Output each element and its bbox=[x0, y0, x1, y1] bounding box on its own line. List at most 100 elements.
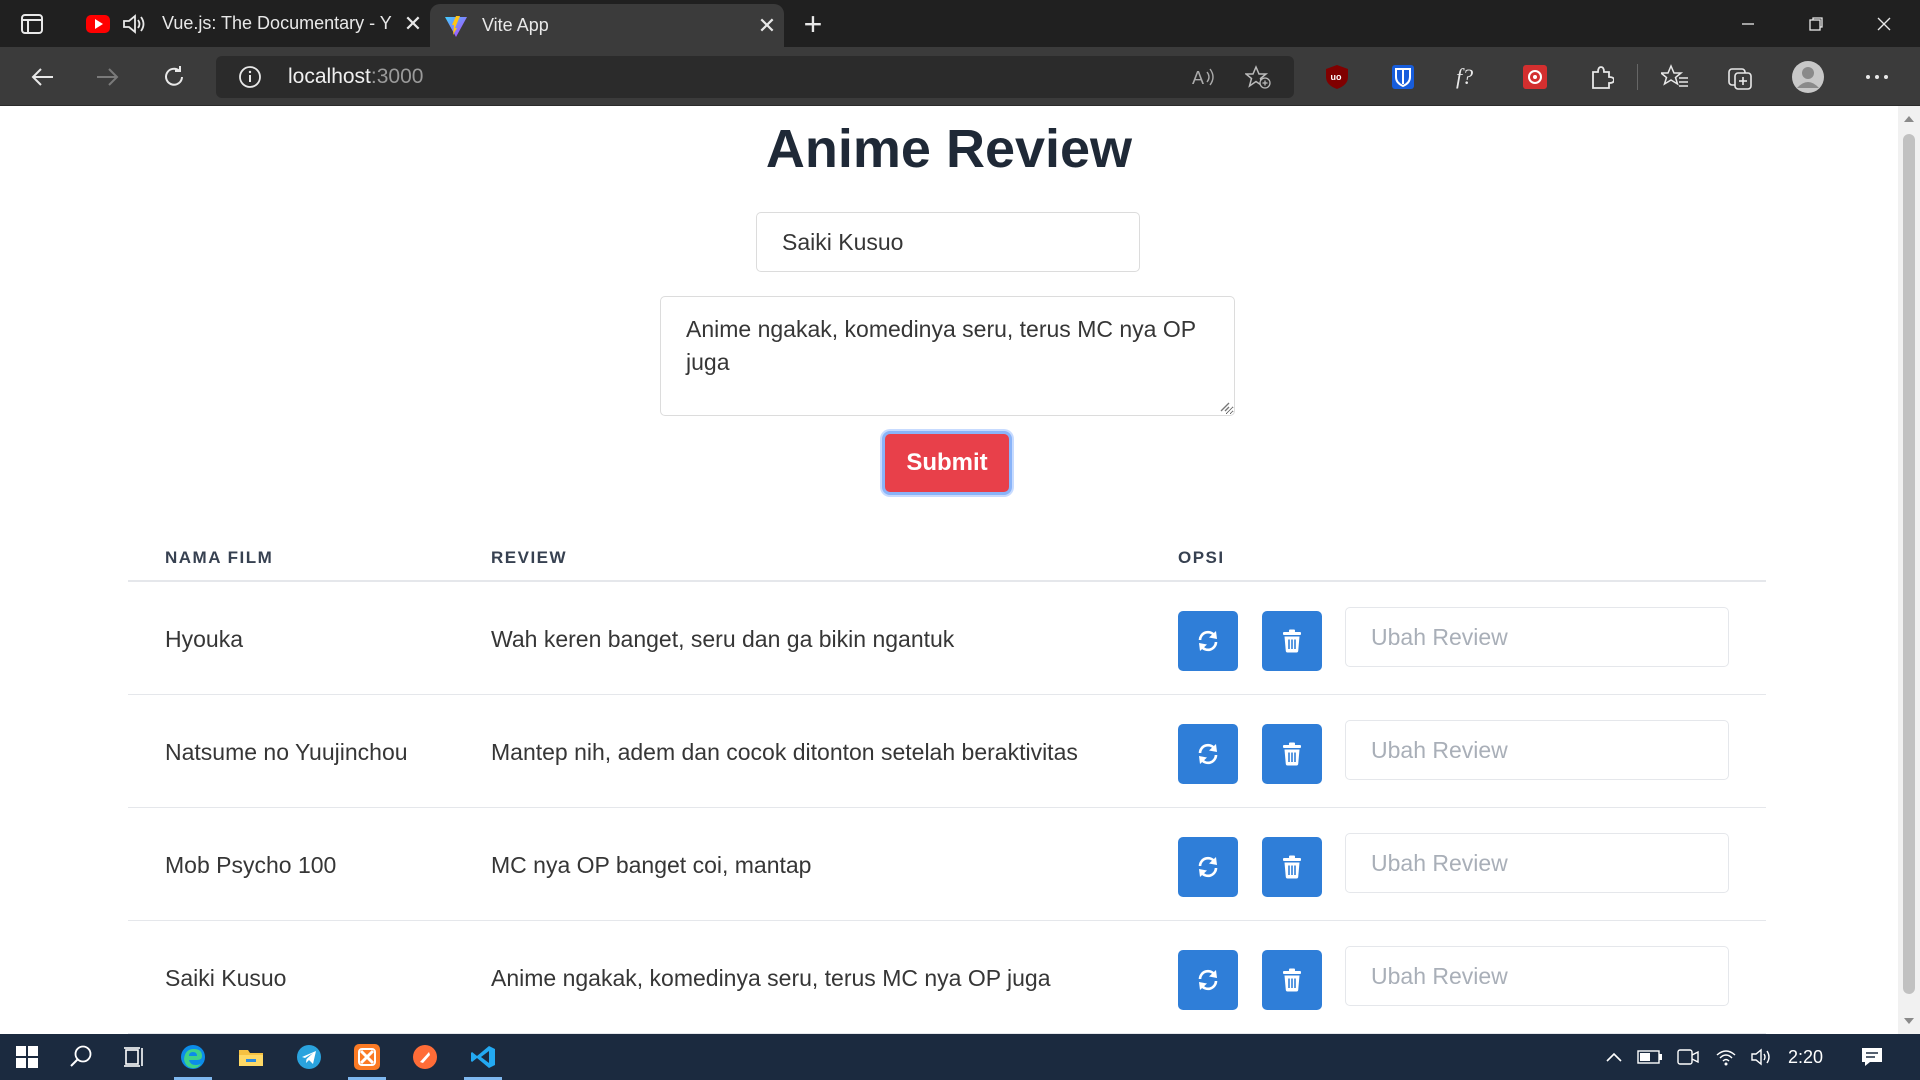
postman-icon[interactable] bbox=[398, 1034, 452, 1080]
close-window-icon[interactable] bbox=[1850, 0, 1918, 47]
ublock-icon[interactable]: uo bbox=[1322, 63, 1352, 91]
review-textarea[interactable]: Anime ngakak, komedinya seru, terus MC n… bbox=[660, 296, 1235, 416]
film-name: Hyouka bbox=[165, 626, 243, 652]
header-opsi: OPSI bbox=[1178, 548, 1225, 567]
system-clock[interactable]: 2:20 bbox=[1788, 1047, 1823, 1068]
reload-icon[interactable] bbox=[157, 61, 191, 93]
svg-text:f?: f? bbox=[1456, 64, 1473, 89]
update-review-button[interactable] bbox=[1178, 724, 1238, 784]
notifications-icon[interactable] bbox=[1858, 1046, 1886, 1068]
refresh-icon bbox=[1198, 630, 1218, 652]
tab-title: Vue.js: The Documentary - Y bbox=[162, 13, 392, 33]
film-name: Saiki Kusuo bbox=[165, 965, 287, 991]
meet-now-icon[interactable] bbox=[1674, 1046, 1702, 1068]
restore-icon[interactable] bbox=[1782, 0, 1850, 47]
film-review: Mantep nih, adem dan cocok ditonton sete… bbox=[491, 739, 1078, 765]
extension-red-icon[interactable] bbox=[1520, 63, 1550, 91]
profile-avatar-icon[interactable] bbox=[1790, 59, 1826, 95]
browser-tab-bar: Vue.js: The Documentary - Y ✕ Vite App ✕… bbox=[0, 0, 1920, 47]
new-tab-icon[interactable]: + bbox=[796, 6, 830, 42]
site-info-icon[interactable] bbox=[238, 65, 262, 89]
minimize-icon[interactable] bbox=[1714, 0, 1782, 47]
page-viewport: Anime Review Anime ngakak, komedinya ser… bbox=[0, 106, 1898, 1034]
volume-icon[interactable] bbox=[1748, 1046, 1776, 1068]
delete-review-button[interactable] bbox=[1262, 724, 1322, 784]
page-title: Anime Review bbox=[765, 119, 1133, 179]
tab-vite-app[interactable]: Vite App ✕ bbox=[430, 4, 784, 47]
refresh-icon bbox=[1198, 743, 1218, 765]
header-review: REVIEW bbox=[491, 548, 568, 567]
refresh-icon bbox=[1198, 969, 1218, 991]
extensions-puzzle-icon[interactable] bbox=[1586, 63, 1616, 91]
collections-icon[interactable] bbox=[1726, 63, 1756, 91]
scroll-up-icon[interactable] bbox=[1904, 116, 1914, 122]
tab-youtube[interactable]: Vue.js: The Documentary - Y ✕ bbox=[72, 0, 430, 47]
edit-review-input[interactable] bbox=[1345, 833, 1729, 893]
more-menu-icon[interactable] bbox=[1862, 63, 1892, 91]
film-review: MC nya OP banget coi, mantap bbox=[491, 852, 812, 878]
update-review-button[interactable] bbox=[1178, 611, 1238, 671]
favorites-icon[interactable] bbox=[1660, 63, 1690, 91]
telegram-icon[interactable] bbox=[282, 1034, 336, 1080]
trash-icon bbox=[1283, 742, 1301, 766]
toolbar-separator bbox=[1637, 64, 1638, 90]
trash-icon bbox=[1283, 629, 1301, 653]
film-name: Mob Psycho 100 bbox=[165, 852, 337, 878]
svg-text:uo: uo bbox=[1331, 72, 1342, 82]
table-header: NAMA FILM REVIEW OPSI bbox=[128, 526, 1766, 582]
url-text: localhost:3000 bbox=[288, 65, 424, 88]
scroll-down-icon[interactable] bbox=[1904, 1018, 1914, 1024]
svg-text:A: A bbox=[1192, 68, 1204, 88]
forward-icon[interactable] bbox=[91, 61, 125, 93]
tab-title: Vite App bbox=[482, 15, 549, 35]
back-icon[interactable] bbox=[25, 61, 59, 93]
trash-icon bbox=[1283, 855, 1301, 879]
task-view-icon[interactable] bbox=[108, 1034, 162, 1080]
review-table: NAMA FILM REVIEW OPSI Hyouka Wah keren b… bbox=[128, 526, 1766, 1034]
xampp-icon[interactable] bbox=[340, 1034, 394, 1080]
update-review-button[interactable] bbox=[1178, 950, 1238, 1010]
page-scrollbar[interactable] bbox=[1898, 106, 1920, 1034]
anime-name-input[interactable] bbox=[756, 212, 1140, 272]
chevron-up-icon[interactable] bbox=[1602, 1046, 1626, 1068]
edit-review-input[interactable] bbox=[1345, 720, 1729, 780]
font-finder-icon[interactable]: f? bbox=[1454, 63, 1484, 91]
table-row: Mob Psycho 100 MC nya OP banget coi, man… bbox=[128, 808, 1766, 921]
refresh-icon bbox=[1198, 856, 1218, 878]
film-review: Anime ngakak, komedinya seru, terus MC n… bbox=[491, 965, 1051, 991]
bitwarden-icon[interactable] bbox=[1388, 63, 1418, 91]
delete-review-button[interactable] bbox=[1262, 837, 1322, 897]
header-nama-film: NAMA FILM bbox=[165, 548, 274, 567]
delete-review-button[interactable] bbox=[1262, 950, 1322, 1010]
tab-actions-icon[interactable] bbox=[18, 11, 46, 37]
close-tab-icon[interactable]: ✕ bbox=[396, 11, 430, 37]
edge-browser-icon[interactable] bbox=[166, 1034, 220, 1080]
update-review-button[interactable] bbox=[1178, 837, 1238, 897]
vscode-icon[interactable] bbox=[456, 1034, 510, 1080]
scrollbar-thumb[interactable] bbox=[1903, 134, 1915, 994]
trash-icon bbox=[1283, 968, 1301, 992]
read-aloud-icon[interactable]: A bbox=[1190, 65, 1218, 89]
youtube-icon bbox=[86, 12, 110, 36]
close-tab-icon[interactable]: ✕ bbox=[750, 13, 784, 39]
search-icon[interactable] bbox=[54, 1034, 108, 1080]
windows-start-icon[interactable] bbox=[0, 1034, 54, 1080]
edit-review-input[interactable] bbox=[1345, 946, 1729, 1006]
delete-review-button[interactable] bbox=[1262, 611, 1322, 671]
browser-toolbar: localhost:3000 A uo f? bbox=[0, 47, 1920, 106]
film-name: Natsume no Yuujinchou bbox=[165, 739, 408, 765]
wifi-icon[interactable] bbox=[1712, 1046, 1740, 1068]
edit-review-input[interactable] bbox=[1345, 607, 1729, 667]
speaker-icon[interactable] bbox=[120, 13, 148, 35]
battery-icon[interactable] bbox=[1636, 1046, 1664, 1068]
file-explorer-icon[interactable] bbox=[224, 1034, 278, 1080]
favorite-add-icon[interactable] bbox=[1244, 65, 1272, 89]
table-row: Hyouka Wah keren banget, seru dan ga bik… bbox=[128, 582, 1766, 695]
windows-taskbar: 2:20 bbox=[0, 1034, 1920, 1080]
vite-icon bbox=[444, 14, 468, 38]
resize-handle-icon[interactable] bbox=[1218, 400, 1230, 412]
table-row: Natsume no Yuujinchou Mantep nih, adem d… bbox=[128, 695, 1766, 808]
submit-button[interactable]: Submit bbox=[882, 431, 1012, 495]
address-bar[interactable]: localhost:3000 A bbox=[216, 56, 1294, 98]
table-row: Saiki Kusuo Anime ngakak, komedinya seru… bbox=[128, 921, 1766, 1034]
